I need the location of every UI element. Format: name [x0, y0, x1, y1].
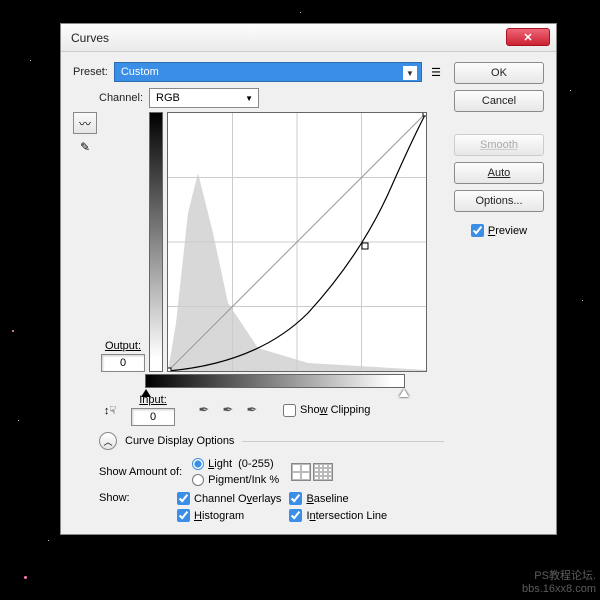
curves-dialog: Curves ✕ Preset: Custom ▼ ☰ Channel: RGB…	[60, 23, 557, 535]
titlebar[interactable]: Curves ✕	[61, 24, 556, 52]
collapse-button[interactable]: ︿	[99, 432, 117, 450]
histogram-checkbox[interactable]	[177, 509, 190, 522]
pigment-radio[interactable]	[192, 474, 204, 486]
light-label: Light (0-255)	[208, 458, 273, 470]
options-button[interactable]: Options...	[454, 190, 544, 212]
black-eyedropper-icon[interactable]: ✒	[195, 401, 213, 419]
watermark: PS教程论坛. bbs.16xx8.com	[522, 570, 596, 596]
channel-select[interactable]: RGB ▼	[149, 88, 259, 108]
preset-label: Preset:	[73, 66, 108, 78]
dialog-title: Curves	[71, 31, 109, 45]
input-gradient[interactable]	[145, 374, 405, 388]
output-gradient	[149, 112, 163, 372]
baseline-checkbox[interactable]	[289, 492, 302, 505]
gray-eyedropper-icon[interactable]: ✒	[219, 401, 237, 419]
channel-label: Channel:	[99, 92, 143, 104]
curves-graph[interactable]	[167, 112, 427, 372]
auto-button[interactable]: Auto	[454, 162, 544, 184]
preview-checkbox[interactable]	[471, 224, 484, 237]
pigment-label: Pigment/Ink %	[208, 474, 279, 486]
close-icon: ✕	[523, 31, 532, 44]
show-label: Show:	[99, 492, 169, 504]
smooth-button[interactable]: Smooth	[454, 134, 544, 156]
channel-overlays-checkbox[interactable]	[177, 492, 190, 505]
show-clipping-checkbox[interactable]	[283, 404, 296, 417]
channel-overlays-label: Channel Overlays	[194, 493, 281, 505]
input-input[interactable]	[131, 408, 175, 426]
grid-fine-button[interactable]	[313, 463, 333, 481]
curve-display-label: Curve Display Options	[125, 435, 234, 447]
preset-menu-icon[interactable]: ☰	[428, 64, 444, 80]
show-clipping-label: Show Clipping	[300, 404, 370, 416]
preview-label: Preview	[488, 225, 527, 237]
histogram-label: Histogram	[194, 510, 244, 522]
target-adjust-icon[interactable]: ↕☟	[99, 399, 121, 421]
intersection-checkbox[interactable]	[289, 509, 302, 522]
grid-coarse-button[interactable]	[291, 463, 311, 481]
chevron-down-icon: ▼	[242, 91, 256, 105]
preset-value: Custom	[121, 66, 159, 78]
baseline-label: Baseline	[306, 493, 348, 505]
preset-select[interactable]: Custom ▼	[114, 62, 422, 82]
cancel-button[interactable]: Cancel	[454, 90, 544, 112]
output-label: Output:	[105, 340, 141, 352]
intersection-label: Intersection Line	[306, 510, 387, 522]
white-eyedropper-icon[interactable]: ✒	[243, 401, 261, 419]
pencil-tool-button[interactable]: ✎	[73, 136, 97, 158]
close-button[interactable]: ✕	[506, 28, 550, 46]
channel-value: RGB	[156, 92, 180, 104]
curve-tool-button[interactable]: 〰	[73, 112, 97, 134]
output-input[interactable]	[101, 354, 145, 372]
chevron-down-icon: ▼	[403, 66, 417, 80]
ok-button[interactable]: OK	[454, 62, 544, 84]
show-amount-label: Show Amount of:	[99, 466, 182, 478]
light-radio[interactable]	[192, 458, 204, 470]
